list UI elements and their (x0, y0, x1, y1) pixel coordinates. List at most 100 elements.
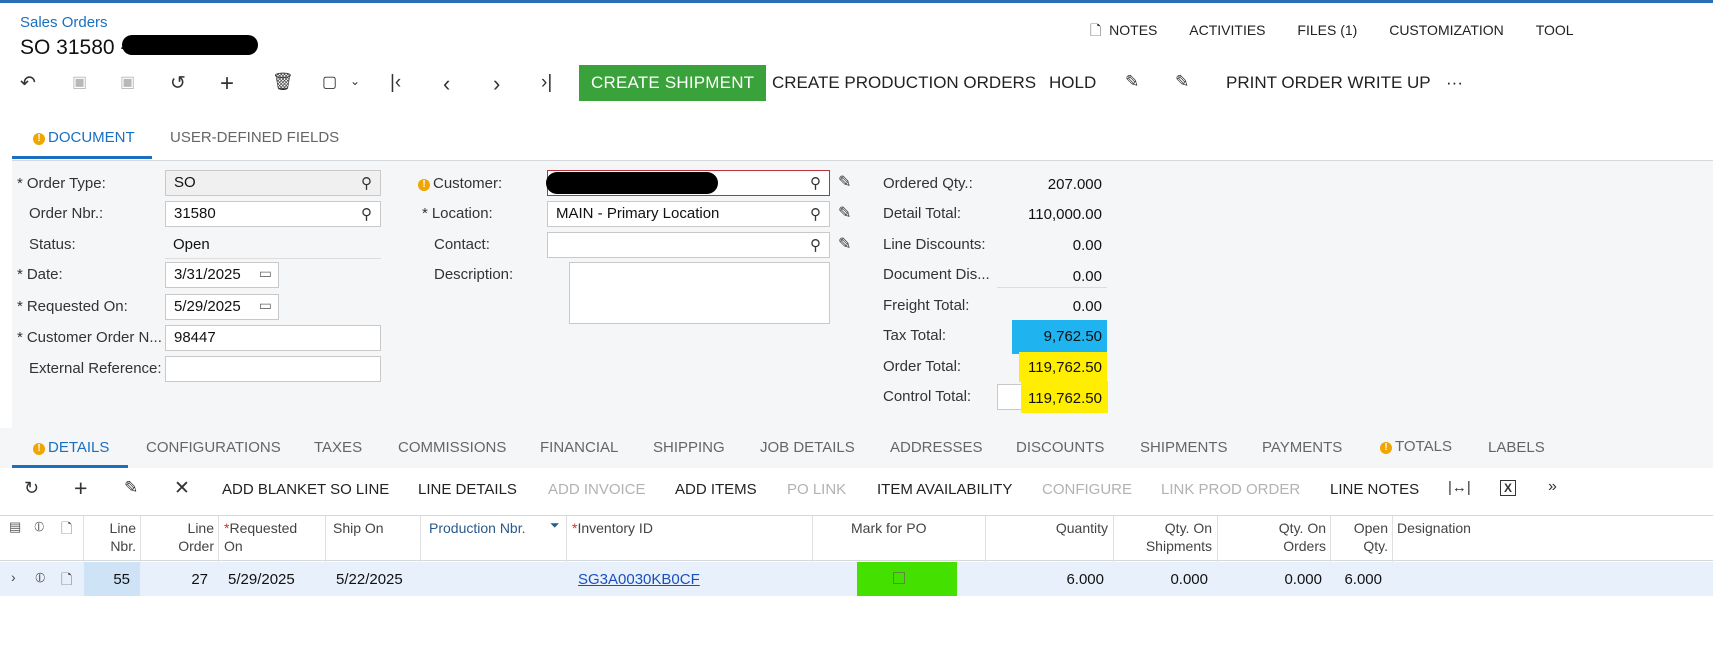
breadcrumb[interactable]: Sales Orders (20, 14, 108, 31)
hold-button[interactable]: HOLD (1049, 73, 1096, 93)
row-expand-chevron-icon[interactable]: › (11, 569, 16, 585)
mark-for-po-checkbox[interactable] (893, 572, 905, 584)
cell-line-order[interactable]: 27 (170, 571, 208, 588)
tab-document[interactable]: ! DOCUMENT (33, 129, 135, 146)
search-icon[interactable]: ⚲ (810, 205, 821, 223)
location-edit-pencil-icon[interactable]: ✎ (838, 203, 851, 223)
customer-edit-pencil-icon[interactable]: ✎ (838, 172, 851, 192)
fit-columns-icon[interactable]: |↔| (1448, 479, 1471, 496)
contact-input[interactable]: ⚲ (547, 232, 830, 258)
back-arrow-icon[interactable]: ↶ (20, 72, 36, 95)
add-items-button[interactable]: ADD ITEMS (675, 481, 757, 498)
files-link[interactable]: FILES (1) (1297, 22, 1357, 38)
add-row-icon[interactable]: + (74, 475, 87, 502)
search-icon[interactable]: ⚲ (810, 236, 821, 254)
delete-icon[interactable]: 🗑 (272, 72, 294, 92)
search-icon[interactable]: ⚲ (810, 174, 821, 192)
tab-labels[interactable]: LABELS (1488, 439, 1545, 456)
tab-user-defined-fields[interactable]: USER-DEFINED FIELDS (170, 129, 339, 146)
configure-button[interactable]: CONFIGURE (1042, 481, 1132, 498)
tab-taxes[interactable]: TAXES (314, 439, 362, 456)
header-designation[interactable]: Designation (1397, 519, 1471, 537)
header-ship-on[interactable]: Ship On (333, 519, 384, 537)
row-notes-icon[interactable]: 🗋 (61, 569, 72, 593)
tab-shipments[interactable]: SHIPMENTS (1140, 439, 1228, 456)
header-production-nbr[interactable]: Production Nbr. (429, 519, 526, 537)
pencil-icon-2[interactable]: ✎ (1175, 72, 1189, 92)
header-line-nbr[interactable]: Line Nbr. (100, 519, 136, 555)
link-prod-order-button[interactable]: LINK PROD ORDER (1161, 481, 1300, 498)
cell-requested-on[interactable]: 5/29/2025 (228, 571, 295, 588)
header-open-qty[interactable]: Open Qty. (1340, 519, 1388, 555)
save-close-icon[interactable]: ▣ (72, 72, 87, 92)
tab-shipping[interactable]: SHIPPING (653, 439, 725, 456)
cell-ship-on[interactable]: 5/22/2025 (336, 571, 403, 588)
header-requested-on[interactable]: *Requested On (224, 519, 314, 555)
delete-row-icon[interactable]: ✕ (174, 477, 190, 500)
header-mark-for-po[interactable]: Mark for PO (851, 519, 926, 537)
tab-financial[interactable]: FINANCIAL (540, 439, 618, 456)
tools-link[interactable]: TOOL (1536, 22, 1574, 38)
header-quantity[interactable]: Quantity (1030, 519, 1108, 537)
calendar-icon[interactable]: ▭ (259, 297, 272, 314)
header-line-order[interactable]: Line Order (172, 519, 214, 555)
cell-quantity[interactable]: 6.000 (1030, 571, 1104, 588)
cell-line-nbr[interactable]: 55 (96, 571, 130, 588)
location-input[interactable]: MAIN - Primary Location ⚲ (547, 201, 830, 227)
date-input[interactable]: 3/31/2025 ▭ (165, 262, 279, 288)
pencil-icon[interactable]: ✎ (1125, 72, 1139, 92)
tab-discounts[interactable]: DISCOUNTS (1016, 439, 1104, 456)
tab-addresses[interactable]: ADDRESSES (890, 439, 983, 456)
tab-totals[interactable]: ! TOTALS (1380, 438, 1452, 455)
search-icon[interactable]: ⚲ (361, 174, 372, 192)
tab-details[interactable]: ! DETAILS (33, 439, 109, 456)
tab-payments[interactable]: PAYMENTS (1262, 439, 1342, 456)
contact-edit-pencil-icon[interactable]: ✎ (838, 234, 851, 254)
header-inventory-id[interactable]: *Inventory ID (572, 519, 653, 537)
save-icon[interactable]: ▣ (120, 72, 135, 92)
row-attachment-icon[interactable]: ⦶ (35, 569, 45, 586)
first-record-icon[interactable]: |‹ (390, 72, 401, 94)
create-shipment-button[interactable]: CREATE SHIPMENT (579, 65, 767, 101)
table-row[interactable]: › ⦶ 🗋 55 27 5/29/2025 5/22/2025 SG3A0030… (0, 562, 1713, 596)
description-textarea[interactable] (569, 262, 830, 324)
tab-configurations[interactable]: CONFIGURATIONS (146, 439, 281, 456)
cell-inventory-id-link[interactable]: SG3A0030KB0CF (578, 571, 700, 588)
notes-link[interactable]: NOTES (1109, 22, 1157, 38)
order-type-input[interactable]: SO ⚲ (165, 170, 381, 196)
header-qty-on-shipments[interactable]: Qty. On Shipments (1130, 519, 1212, 555)
tab-job-details[interactable]: JOB DETAILS (760, 439, 855, 456)
add-invoice-button[interactable]: ADD INVOICE (548, 481, 646, 498)
po-link-button[interactable]: PO LINK (787, 481, 846, 498)
activities-link[interactable]: ACTIVITIES (1189, 22, 1265, 38)
notes-icon[interactable]: 🗋 (1090, 22, 1101, 38)
customization-link[interactable]: CUSTOMIZATION (1389, 22, 1504, 38)
row-selector-icon[interactable]: ▤ (9, 519, 21, 535)
requested-on-input[interactable]: 5/29/2025 ▭ (165, 294, 279, 320)
more-menu-button[interactable]: ··· (1446, 73, 1463, 93)
copy-paste-icon[interactable]: ▢ (322, 72, 337, 92)
tab-commissions[interactable]: COMMISSIONS (398, 439, 506, 456)
add-icon[interactable]: + (220, 70, 234, 98)
refresh-icon[interactable]: ↻ (24, 478, 39, 499)
edit-row-pencil-icon[interactable]: ✎ (124, 478, 138, 498)
last-record-icon[interactable]: ›| (541, 72, 552, 94)
add-blanket-so-line-button[interactable]: ADD BLANKET SO LINE (222, 481, 389, 498)
next-record-icon[interactable]: › (493, 71, 500, 97)
excel-export-icon[interactable]: X (1500, 480, 1516, 496)
chevron-down-icon[interactable]: ⌄ (350, 74, 360, 88)
line-notes-button[interactable]: LINE NOTES (1330, 481, 1419, 498)
filter-icon[interactable]: ⏷ (550, 518, 560, 533)
print-order-write-up-button[interactable]: PRINT ORDER WRITE UP (1226, 73, 1431, 93)
expand-toolbar-icon[interactable]: » (1548, 478, 1557, 496)
calendar-icon[interactable]: ▭ (259, 265, 272, 282)
search-icon[interactable]: ⚲ (361, 205, 372, 223)
external-reference-input[interactable] (165, 356, 381, 382)
item-availability-button[interactable]: ITEM AVAILABILITY (877, 481, 1012, 498)
line-details-button[interactable]: LINE DETAILS (418, 481, 517, 498)
previous-record-icon[interactable]: ‹ (443, 71, 450, 97)
header-qty-on-orders[interactable]: Qty. On Orders (1258, 519, 1326, 555)
create-production-orders-button[interactable]: CREATE PRODUCTION ORDERS (772, 73, 1036, 93)
customer-order-input[interactable]: 98447 (165, 325, 381, 351)
undo-icon[interactable]: ↺ (170, 72, 186, 95)
